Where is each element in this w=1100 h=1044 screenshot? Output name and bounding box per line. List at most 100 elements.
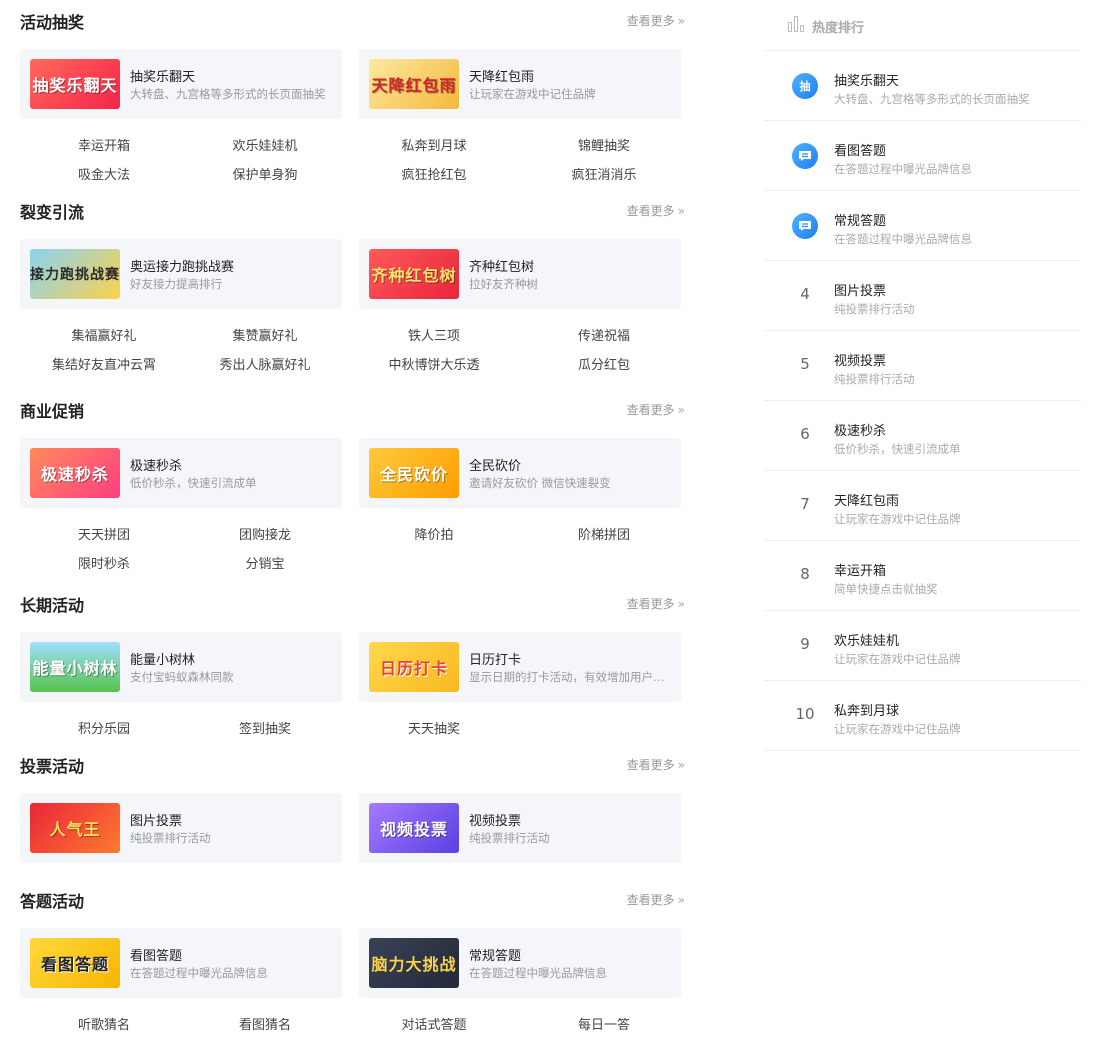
activity-link[interactable]: 集结好友直冲云霄 <box>20 354 188 373</box>
card-title: 奥运接力跑挑战赛 <box>130 260 235 275</box>
rank-number: 5 <box>800 355 810 373</box>
view-more-link[interactable]: 查看更多» <box>627 756 686 773</box>
card-title: 天降红包雨 <box>469 70 535 85</box>
ranking-item[interactable]: 10 私奔到月球 让玩家在游戏中记住品牌 <box>764 681 1081 751</box>
section-lottery: 活动抽奖 查看更多» 抽奖乐翻天 抽奖乐翻天 大转盘、九宫格等多形式的长页面抽奖… <box>20 0 686 195</box>
activity-link[interactable]: 传递祝福 <box>520 325 688 344</box>
ranking-item-title: 图片投票 <box>834 284 887 299</box>
card-description: 在答题过程中曝光品牌信息 <box>469 966 607 980</box>
activity-card[interactable]: 天降红包雨 天降红包雨 让玩家在游戏中记住品牌 <box>359 49 681 119</box>
activity-link[interactable]: 幸运开箱 <box>20 135 188 154</box>
ranking-item[interactable]: 4 图片投票 纯投票排行活动 <box>764 261 1081 331</box>
ranking-item[interactable]: 常规答题 在答题过程中曝光品牌信息 <box>764 191 1081 261</box>
card-description: 大转盘、九宫格等多形式的长页面抽奖 <box>130 87 326 101</box>
view-more-link[interactable]: 查看更多» <box>627 202 686 219</box>
activity-link[interactable]: 团购接龙 <box>181 524 349 543</box>
activity-link[interactable]: 听歌猜名 <box>20 1014 188 1033</box>
ranking-item-title: 私奔到月球 <box>834 704 900 719</box>
ranking-item[interactable]: 8 幸运开箱 简单快捷点击就抽奖 <box>764 541 1081 611</box>
section-promotion: 商业促销 查看更多» 极速秒杀 极速秒杀 低价秒杀，快速引流成单 全民砍价 全民… <box>20 389 686 584</box>
double-chevron-right-icon: » <box>677 204 686 218</box>
activity-link[interactable]: 降价拍 <box>350 524 518 543</box>
view-more-link[interactable]: 查看更多» <box>627 401 686 418</box>
card-title: 日历打卡 <box>469 653 522 668</box>
activity-card[interactable]: 能量小树林 能量小树林 支付宝蚂蚁森林同款 <box>20 632 342 702</box>
activity-link[interactable]: 铁人三项 <box>350 325 518 344</box>
activity-link[interactable]: 秀出人脉赢好礼 <box>181 354 349 373</box>
activity-link[interactable]: 疯狂消消乐 <box>520 164 688 183</box>
activity-link[interactable]: 限时秒杀 <box>20 553 188 572</box>
ranking-item-title: 极速秒杀 <box>834 424 887 439</box>
activity-card[interactable]: 人气王 图片投票 纯投票排行活动 <box>20 793 342 863</box>
ranking-item-description: 让玩家在游戏中记住品牌 <box>834 512 961 526</box>
ranking-item-title: 抽奖乐翻天 <box>834 74 900 89</box>
ranking-item-description: 纯投票排行活动 <box>834 372 915 386</box>
activity-link[interactable]: 阶梯拼团 <box>520 524 688 543</box>
rank-number: 10 <box>795 705 815 723</box>
card-title: 能量小树林 <box>130 653 196 668</box>
activity-link[interactable]: 看图猜名 <box>181 1014 349 1033</box>
card-description: 纯投票排行活动 <box>130 831 211 845</box>
card-title: 图片投票 <box>130 814 183 829</box>
activity-thumbnail: 视频投票 <box>369 803 459 853</box>
activity-link[interactable]: 中秋博饼大乐透 <box>350 354 518 373</box>
activity-card[interactable]: 接力跑挑战赛 奥运接力跑挑战赛 好友接力提高排行 <box>20 239 342 309</box>
activity-link[interactable]: 分销宝 <box>181 553 349 572</box>
ranking-item[interactable]: 7 天降红包雨 让玩家在游戏中记住品牌 <box>764 471 1081 541</box>
activity-link[interactable]: 瓜分红包 <box>520 354 688 373</box>
ranking-item-title: 常规答题 <box>834 214 887 229</box>
activity-thumbnail: 极速秒杀 <box>30 448 120 498</box>
rank-number: 6 <box>800 425 810 443</box>
activity-link[interactable]: 保护单身狗 <box>181 164 349 183</box>
activity-link[interactable]: 私奔到月球 <box>350 135 518 154</box>
chat-bubble-icon <box>792 143 818 169</box>
activity-link[interactable]: 疯狂抢红包 <box>350 164 518 183</box>
card-description: 让玩家在游戏中记住品牌 <box>469 87 596 101</box>
activity-link[interactable]: 每日一答 <box>520 1014 688 1033</box>
ranking-item[interactable]: 6 极速秒杀 低价秒杀，快速引流成单 <box>764 401 1081 471</box>
activity-link[interactable]: 天天抽奖 <box>350 718 518 737</box>
ranking-item-title: 欢乐娃娃机 <box>834 634 900 649</box>
ranking-item-description: 让玩家在游戏中记住品牌 <box>834 652 961 666</box>
ranking-title: 热度排行 <box>812 21 865 36</box>
view-more-link[interactable]: 查看更多» <box>627 891 686 908</box>
activity-card[interactable]: 脑力大挑战 常规答题 在答题过程中曝光品牌信息 <box>359 928 681 998</box>
ranking-item-description: 纯投票排行活动 <box>834 302 915 316</box>
section-title: 长期活动 <box>20 596 85 615</box>
card-description: 显示日期的打卡活动，有效增加用户粘性 <box>469 670 674 684</box>
activity-card[interactable]: 抽奖乐翻天 抽奖乐翻天 大转盘、九宫格等多形式的长页面抽奖 <box>20 49 342 119</box>
view-more-link[interactable]: 查看更多» <box>627 595 686 612</box>
activity-card[interactable]: 视频投票 视频投票 纯投票排行活动 <box>359 793 681 863</box>
activity-link[interactable]: 欢乐娃娃机 <box>181 135 349 154</box>
activity-link[interactable]: 吸金大法 <box>20 164 188 183</box>
activity-card[interactable]: 日历打卡 日历打卡 显示日期的打卡活动，有效增加用户粘性 <box>359 632 681 702</box>
view-more-link[interactable]: 查看更多» <box>627 12 686 29</box>
activity-link[interactable]: 集赞赢好礼 <box>181 325 349 344</box>
activity-link[interactable]: 天天拼团 <box>20 524 188 543</box>
card-description: 在答题过程中曝光品牌信息 <box>130 966 268 980</box>
activity-link[interactable]: 集福赢好礼 <box>20 325 188 344</box>
activity-thumbnail: 看图答题 <box>30 938 120 988</box>
card-description: 纯投票排行活动 <box>469 831 550 845</box>
ranking-item-title: 视频投票 <box>834 354 887 369</box>
activity-link[interactable]: 积分乐园 <box>20 718 188 737</box>
section-long-term: 长期活动 查看更多» 能量小树林 能量小树林 支付宝蚂蚁森林同款 日历打卡 日历… <box>20 583 686 748</box>
double-chevron-right-icon: » <box>677 893 686 907</box>
section-title: 答题活动 <box>20 892 85 911</box>
activity-link[interactable]: 签到抽奖 <box>181 718 349 737</box>
activity-card[interactable]: 看图答题 看图答题 在答题过程中曝光品牌信息 <box>20 928 342 998</box>
activity-card[interactable]: 极速秒杀 极速秒杀 低价秒杀，快速引流成单 <box>20 438 342 508</box>
activity-card[interactable]: 全民砍价 全民砍价 邀请好友砍价 微信快速裂变 <box>359 438 681 508</box>
card-description: 支付宝蚂蚁森林同款 <box>130 670 234 684</box>
activity-card[interactable]: 齐种红包树 齐种红包树 拉好友齐种树 <box>359 239 681 309</box>
ranking-item[interactable]: 看图答题 在答题过程中曝光品牌信息 <box>764 121 1081 191</box>
activity-thumbnail: 能量小树林 <box>30 642 120 692</box>
ranking-item[interactable]: 9 欢乐娃娃机 让玩家在游戏中记住品牌 <box>764 611 1081 681</box>
rank-number: 8 <box>800 565 810 583</box>
activity-link[interactable]: 对话式答题 <box>350 1014 518 1033</box>
ranking-item[interactable]: 抽 抽奖乐翻天 大转盘、九宫格等多形式的长页面抽奖 <box>764 51 1081 121</box>
ranking-item[interactable]: 5 视频投票 纯投票排行活动 <box>764 331 1081 401</box>
ranking-item-description: 低价秒杀，快速引流成单 <box>834 442 961 456</box>
activity-link[interactable]: 锦鲤抽奖 <box>520 135 688 154</box>
ranking-item-title: 看图答题 <box>834 144 887 159</box>
